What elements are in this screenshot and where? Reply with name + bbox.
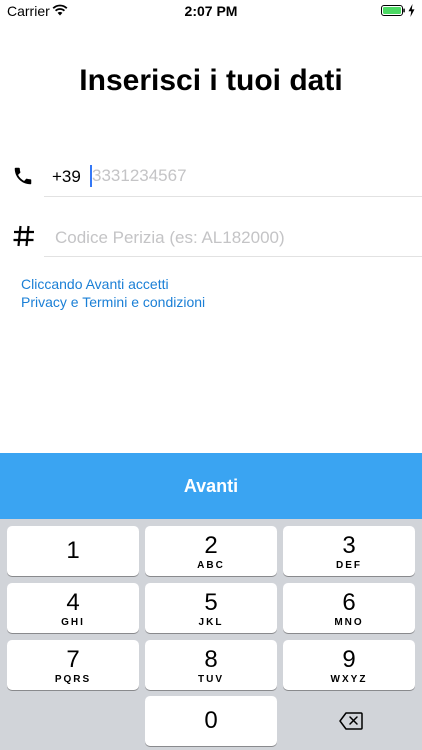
page-title: Inserisci i tuoi dati (79, 64, 343, 97)
key-0[interactable]: 0 (145, 696, 277, 746)
next-button[interactable]: Avanti (0, 453, 422, 519)
key-digit: 1 (66, 537, 80, 564)
key-digit: 9 (342, 646, 356, 673)
key-1[interactable]: 1 (7, 526, 139, 576)
charging-icon (408, 4, 415, 17)
key-2[interactable]: 2 ABC (145, 526, 277, 576)
status-bar: Carrier 2:07 PM (0, 0, 422, 22)
backspace-icon (339, 712, 363, 730)
divider (44, 196, 422, 197)
key-digit: 8 (204, 646, 218, 673)
divider (44, 256, 422, 257)
key-digit: 2 (204, 532, 218, 559)
key-8[interactable]: 8 TUV (145, 640, 277, 690)
key-6[interactable]: 6 MNO (283, 583, 415, 633)
battery-icon (381, 5, 405, 16)
key-letters: GHI (61, 617, 85, 628)
hash-icon (13, 225, 34, 247)
terms-link[interactable]: Cliccando Avanti accetti Privacy e Termi… (21, 275, 205, 311)
status-time: 2:07 PM (184, 3, 238, 19)
key-digit: 0 (204, 707, 218, 734)
key-letters: JKL (198, 617, 224, 628)
key-letters: TUV (198, 674, 224, 685)
delete-key[interactable] (283, 696, 415, 746)
key-9[interactable]: 9 WXYZ (283, 640, 415, 690)
key-letters: PQRS (54, 674, 92, 685)
key-letters: MNO (334, 617, 364, 628)
terms-line-2: Privacy e Termini e condizioni (21, 294, 206, 310)
numeric-keypad: 1 2 ABC 3 DEF 4 GHI 5 JKL 6 MNO 7 PQRS 8… (0, 519, 422, 750)
terms-line-1: Cliccando Avanti accetti (21, 276, 169, 292)
phone-icon (14, 167, 32, 185)
key-letters: DEF (336, 560, 362, 571)
code-row (0, 212, 422, 256)
key-digit: 6 (342, 589, 356, 616)
key-5[interactable]: 5 JKL (145, 583, 277, 633)
phone-row: +39 (0, 150, 422, 196)
key-digit: 3 (342, 532, 356, 559)
key-3[interactable]: 3 DEF (283, 526, 415, 576)
code-input[interactable] (55, 225, 395, 251)
key-4[interactable]: 4 GHI (7, 583, 139, 633)
key-digit: 5 (204, 589, 218, 616)
key-letters: ABC (197, 560, 225, 571)
key-letters: WXYZ (330, 674, 368, 685)
country-prefix: +39 (52, 167, 81, 186)
phone-input[interactable] (92, 163, 392, 189)
key-digit: 4 (66, 589, 80, 616)
key-digit: 7 (66, 646, 80, 673)
key-7[interactable]: 7 PQRS (7, 640, 139, 690)
